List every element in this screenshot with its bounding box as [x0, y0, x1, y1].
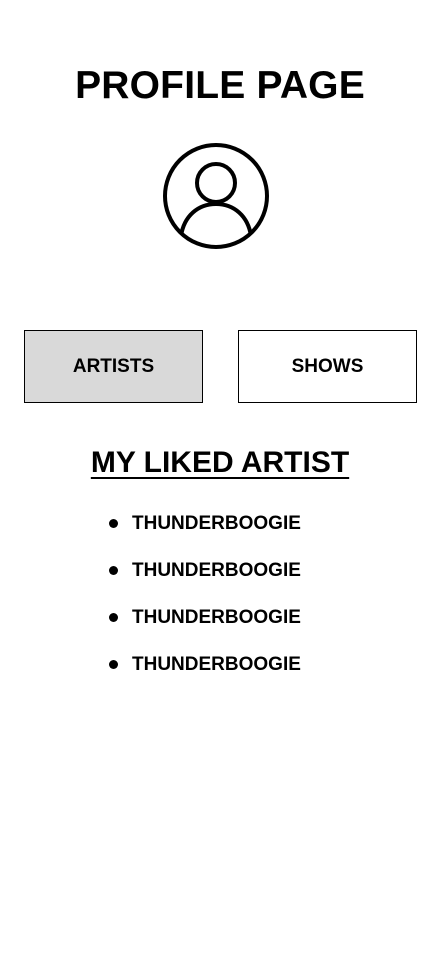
bullet-icon — [109, 613, 118, 622]
artist-name: THUNDERBOOGIE — [132, 513, 301, 534]
page-title: PROFILE PAGE — [75, 64, 365, 107]
section-heading: MY LIKED ARTIST — [0, 444, 440, 482]
artist-name: THUNDERBOOGIE — [132, 654, 301, 675]
list-item[interactable]: THUNDERBOOGIE — [108, 605, 301, 652]
bullet-icon — [109, 660, 118, 669]
liked-artist-list: THUNDERBOOGIE THUNDERBOOGIE THUNDERBOOGI… — [108, 511, 301, 699]
tab-artists[interactable]: ARTISTS — [24, 330, 203, 403]
list-item[interactable]: THUNDERBOOGIE — [108, 652, 301, 699]
artist-name: THUNDERBOOGIE — [132, 607, 301, 628]
list-item[interactable]: THUNDERBOOGIE — [108, 511, 301, 558]
avatar — [162, 142, 270, 250]
artist-name: THUNDERBOOGIE — [132, 560, 301, 581]
user-circle-icon — [163, 143, 269, 249]
bullet-icon — [109, 519, 118, 528]
section-heading-text: MY LIKED ARTIST — [90, 446, 350, 479]
tab-shows[interactable]: SHOWS — [238, 330, 417, 403]
bullet-icon — [109, 566, 118, 575]
list-item[interactable]: THUNDERBOOGIE — [108, 558, 301, 605]
